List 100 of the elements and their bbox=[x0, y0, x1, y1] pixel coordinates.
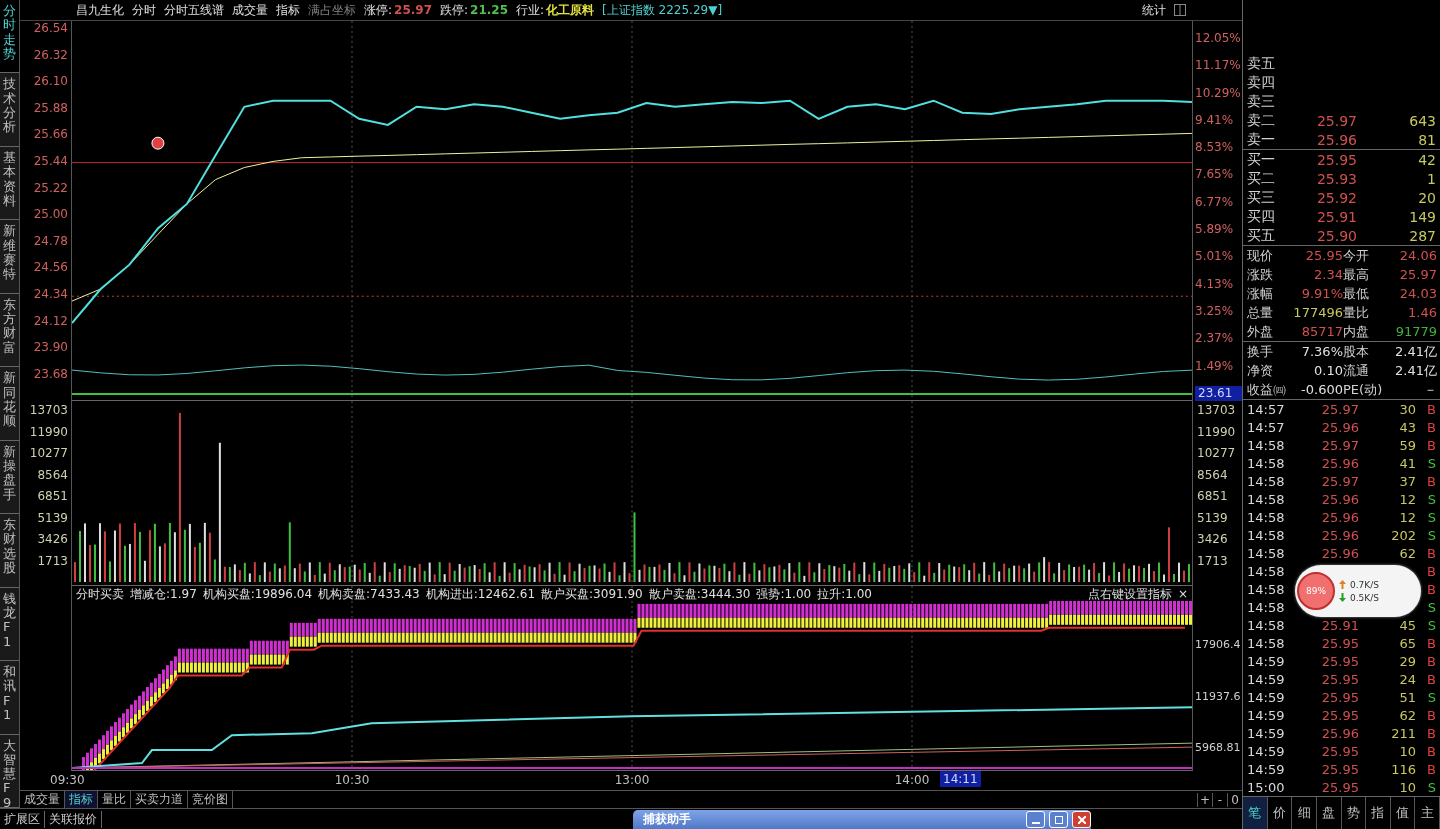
quote-label: 涨幅 bbox=[1247, 284, 1274, 303]
indicator-name: 分时买卖 bbox=[76, 586, 124, 602]
side-tab[interactable]: 东方财富 bbox=[0, 293, 19, 368]
side-tab[interactable]: 钱龙F1 bbox=[0, 587, 19, 662]
header-menu-item[interactable]: 成交量 bbox=[232, 1, 268, 19]
indicator-hint: 点右键设置指标 bbox=[1087, 586, 1172, 602]
percent-axis-label: 6.77% bbox=[1195, 194, 1234, 209]
trade-tab[interactable]: 主 bbox=[1415, 797, 1440, 829]
zoom-button[interactable]: - bbox=[1212, 792, 1227, 807]
trade-volume: 41 bbox=[1398, 455, 1416, 471]
ask-price: 25.97 bbox=[1315, 112, 1357, 129]
indicator-value: 强势:1.00 bbox=[756, 586, 812, 602]
ask-volume: 643 bbox=[1408, 112, 1436, 129]
side-tab[interactable]: 和讯F1 bbox=[0, 661, 19, 735]
fundamental-label: 股本 bbox=[1343, 342, 1370, 361]
trade-time: 14:58 bbox=[1247, 455, 1286, 471]
header-menu-item[interactable]: 指标 bbox=[276, 1, 300, 19]
zoom-button[interactable]: 0 bbox=[1227, 792, 1242, 807]
price-axis-label: 25.22 bbox=[33, 180, 68, 195]
panel-toggle-icon[interactable] bbox=[1174, 4, 1186, 16]
time-axis-label: 13:00 bbox=[614, 773, 650, 787]
price-axis-label: 25.00 bbox=[33, 207, 68, 222]
side-tab[interactable]: 技术分析 bbox=[0, 73, 19, 147]
trade-price: 25.96 bbox=[1320, 527, 1359, 543]
trade-tab[interactable]: 细 bbox=[1292, 797, 1317, 829]
fundamental-value: 7.36% bbox=[1300, 344, 1343, 360]
header-menu-item[interactable]: 分时五线谱 bbox=[164, 1, 224, 19]
trade-price: 25.97 bbox=[1320, 437, 1359, 453]
limit-label: 行业: bbox=[516, 1, 545, 19]
side-tab[interactable]: 大智慧F9 bbox=[0, 734, 19, 808]
trade-side: B bbox=[1426, 635, 1436, 651]
index-quote[interactable]: [上证指数 2225.29▼] bbox=[602, 1, 723, 19]
footer-tab[interactable]: 关联报价 bbox=[45, 810, 102, 828]
trade-side: B bbox=[1426, 581, 1436, 597]
side-tab[interactable]: 新维赛特 bbox=[0, 220, 19, 294]
trade-side: B bbox=[1426, 707, 1436, 723]
footer-tab[interactable]: 扩展区 bbox=[0, 810, 45, 828]
trade-price: 25.96 bbox=[1320, 419, 1359, 435]
stats-button[interactable]: 统计 bbox=[1142, 1, 1166, 19]
trade-price: 25.95 bbox=[1320, 743, 1359, 759]
quote-label: 最低 bbox=[1343, 284, 1370, 303]
trade-tab[interactable]: 笔 bbox=[1243, 797, 1268, 829]
quote-value: 24.06 bbox=[1398, 248, 1437, 264]
trade-volume: 65 bbox=[1398, 635, 1416, 651]
cursor-time: 14:11 bbox=[940, 771, 981, 787]
minimize-button[interactable] bbox=[1026, 811, 1045, 828]
trade-side: B bbox=[1426, 563, 1436, 579]
trade-volume: 10 bbox=[1398, 743, 1416, 759]
arrow-up-icon bbox=[1339, 580, 1346, 590]
indicator-axis-label: 17906.4 bbox=[1195, 638, 1241, 652]
trade-side: B bbox=[1426, 437, 1436, 453]
chart-tab[interactable]: 买卖力道 bbox=[131, 791, 188, 808]
header-menu-item[interactable]: 满占坐标 bbox=[308, 1, 356, 19]
trade-price: 25.95 bbox=[1320, 707, 1359, 723]
trade-side: B bbox=[1426, 761, 1436, 777]
percent-axis-label: 10.29% bbox=[1195, 85, 1241, 100]
zoom-button[interactable]: + bbox=[1197, 792, 1212, 807]
percent-axis-label: 5.89% bbox=[1195, 222, 1234, 237]
side-tab[interactable]: 东财选股 bbox=[0, 514, 19, 588]
maximize-button[interactable] bbox=[1049, 811, 1068, 828]
trade-price: 25.96 bbox=[1320, 545, 1359, 561]
chart-tab[interactable]: 指标 bbox=[65, 791, 98, 808]
chart-tab[interactable]: 竞价图 bbox=[188, 791, 233, 808]
trade-volume: 51 bbox=[1398, 689, 1416, 705]
bid-volume: 149 bbox=[1408, 208, 1436, 225]
header-menu-item[interactable]: 分时 bbox=[132, 1, 156, 19]
chart-tab[interactable]: 量比 bbox=[98, 791, 131, 808]
fundamental-label: 净资 bbox=[1247, 361, 1274, 380]
price-axis-label: 26.32 bbox=[33, 47, 68, 62]
trade-tab[interactable]: 价 bbox=[1267, 797, 1293, 829]
volume-axis-label: 3426 bbox=[37, 532, 68, 547]
upload-speed: 0.7K/S bbox=[1350, 579, 1379, 590]
trade-volume: 12 bbox=[1398, 509, 1416, 525]
trade-tab[interactable]: 指 bbox=[1366, 797, 1391, 829]
side-tab[interactable]: 新操盘手 bbox=[0, 440, 19, 515]
quote-label: 内盘 bbox=[1343, 322, 1370, 341]
bid-label: 买一 bbox=[1247, 150, 1276, 169]
price-axis-label: 23.90 bbox=[33, 340, 68, 355]
trade-price: 25.95 bbox=[1320, 779, 1359, 795]
fundamental-label: 收益㈣ bbox=[1247, 380, 1287, 399]
close-button[interactable]: × bbox=[1177, 586, 1188, 602]
indicator-value: 拉升:1.00 bbox=[817, 586, 872, 602]
minimize-icon bbox=[1031, 821, 1040, 824]
close-button[interactable] bbox=[1072, 811, 1091, 828]
trade-tab[interactable]: 值 bbox=[1390, 797, 1416, 829]
trade-price: 25.95 bbox=[1320, 653, 1359, 669]
side-tab[interactable]: 新同花顺 bbox=[0, 367, 19, 441]
trade-volume: 45 bbox=[1398, 617, 1416, 633]
quote-label: 现价 bbox=[1247, 246, 1274, 265]
volume-axis-label: 8564 bbox=[37, 467, 68, 482]
trade-tab[interactable]: 势 bbox=[1341, 797, 1367, 829]
trade-price: 25.96 bbox=[1320, 455, 1359, 471]
fundamental-label: PE(动) bbox=[1343, 380, 1384, 399]
indicator-value: 增减仓:1.97 bbox=[130, 586, 197, 602]
volume-axis-label: 6851 bbox=[1197, 489, 1228, 504]
volume-axis-label: 1713 bbox=[1197, 553, 1228, 568]
side-tab[interactable]: 基本资料 bbox=[0, 146, 19, 221]
ask-label: 卖三 bbox=[1247, 92, 1276, 111]
trade-tab[interactable]: 盘 bbox=[1316, 797, 1342, 829]
percent-axis-label: 4.13% bbox=[1195, 276, 1234, 291]
